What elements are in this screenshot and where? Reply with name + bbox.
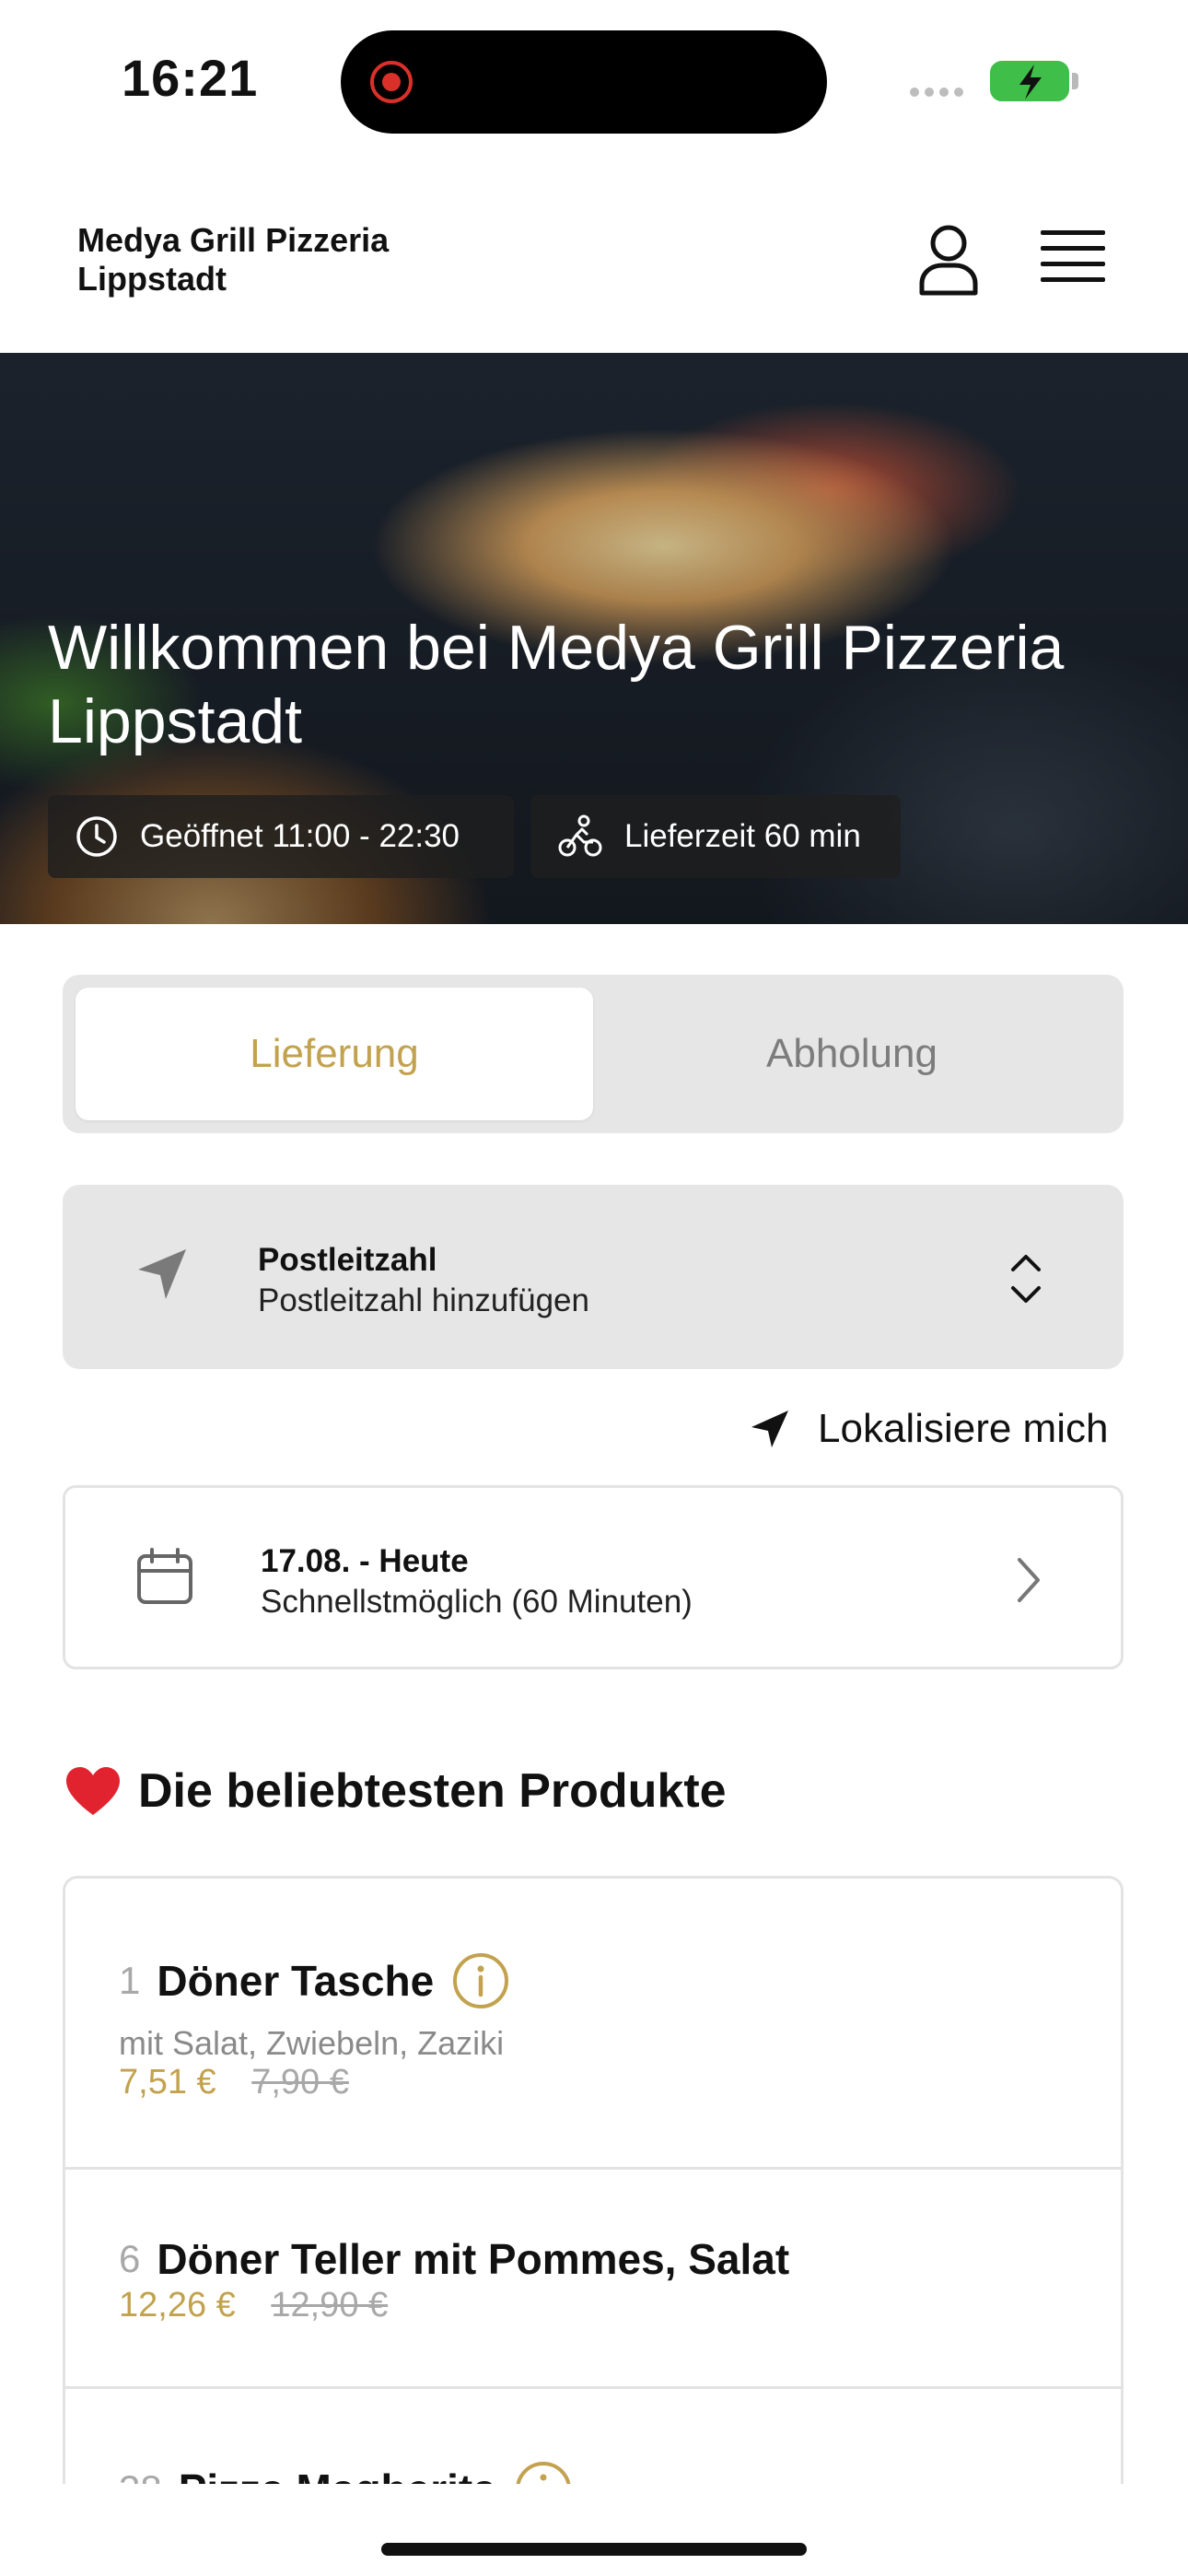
postcode-placeholder: Postleitzahl hinzufügen [258, 1282, 589, 1318]
site-header: Medya Grill Pizzeria Lippstadt [0, 166, 1188, 355]
product-name: Pizza Magherita [179, 2465, 496, 2484]
postcode-label: Postleitzahl [258, 1242, 437, 1278]
list-item[interactable]: 6 Döner Teller mit Pommes, Salat 12,26 €… [65, 2170, 1121, 2389]
delivery-time-badge: Lieferzeit 60 min [530, 795, 901, 878]
clock-icon [76, 816, 117, 857]
info-icon[interactable] [452, 1952, 509, 2009]
bicycle-courier-icon [558, 814, 602, 857]
product-price: 12,26 € [119, 2286, 236, 2324]
list-item[interactable]: 38 Pizza Magherita [65, 2389, 1121, 2484]
recording-icon [370, 61, 413, 103]
product-number: 1 [119, 1959, 141, 2002]
hero-banner: Willkommen bei Medya Grill Pizzeria Lipp… [0, 353, 1188, 924]
location-arrow-icon [751, 1411, 788, 1447]
list-item[interactable]: 1 Döner Tasche mit Salat, Zwiebeln, Zazi… [65, 1879, 1121, 2170]
chevron-up-down-icon [1011, 1255, 1041, 1303]
status-time: 16:21 [122, 49, 259, 107]
product-old-price: 12,90 € [271, 2286, 389, 2324]
product-description: mit Salat, Zwiebeln, Zaziki [119, 2024, 505, 2062]
opening-hours-text: Geöffnet 11:00 - 22:30 [140, 818, 460, 854]
product-name: Döner Teller mit Pommes, Salat [157, 2235, 790, 2283]
postcode-selector[interactable]: Postleitzahl Postleitzahl hinzufügen [63, 1185, 1124, 1369]
brand-name[interactable]: Medya Grill Pizzeria Lippstadt [77, 221, 464, 299]
battery-cap [1072, 73, 1078, 89]
home-indicator[interactable] [381, 2543, 807, 2556]
chevron-right-icon [1018, 1558, 1040, 1602]
tab-delivery[interactable]: Lieferung [76, 988, 593, 1120]
product-number: 38 [119, 2467, 162, 2484]
locate-me-label: Lokalisiere mich [818, 1406, 1109, 1451]
cellular-signal-icon [910, 85, 969, 101]
product-number: 6 [119, 2237, 141, 2280]
delivery-date: 17.08. - Heute [261, 1543, 469, 1579]
popular-products-title: Die beliebtesten Produkte [138, 1764, 727, 1818]
delivery-time-text: Lieferzeit 60 min [624, 818, 861, 854]
locate-me-button[interactable]: Lokalisiere mich [750, 1397, 1108, 1461]
info-icon[interactable] [515, 2461, 572, 2484]
delivery-slot: Schnellstmöglich (60 Minuten) [261, 1584, 693, 1620]
opening-hours-badge: Geöffnet 11:00 - 22:30 [48, 795, 514, 878]
battery-charging-icon [990, 61, 1069, 101]
product-old-price: 7,90 € [251, 2063, 349, 2102]
order-mode-toggle: Lieferung Abholung [63, 975, 1124, 1133]
delivery-date-selector[interactable]: 17.08. - Heute Schnellstmöglich (60 Minu… [63, 1485, 1124, 1669]
hero-title: Willkommen bei Medya Grill Pizzeria Lipp… [48, 613, 1065, 756]
status-bar: 16:21 [0, 0, 1188, 166]
popular-products-heading: Die beliebtesten Produkte [64, 1763, 727, 1819]
navigation-arrow-icon [138, 1249, 186, 1299]
hamburger-menu-button[interactable] [1041, 230, 1105, 291]
heart-icon [66, 1767, 120, 1815]
user-icon [919, 225, 978, 296]
popular-products-list: 1 Döner Tasche mit Salat, Zwiebeln, Zazi… [63, 1876, 1124, 2484]
dynamic-island [341, 30, 827, 134]
calendar-icon [137, 1548, 192, 1604]
product-price: 7,51 € [119, 2063, 216, 2102]
tab-pickup[interactable]: Abholung [593, 988, 1111, 1120]
product-name: Döner Tasche [157, 1957, 435, 2005]
user-account-button[interactable] [916, 223, 981, 299]
